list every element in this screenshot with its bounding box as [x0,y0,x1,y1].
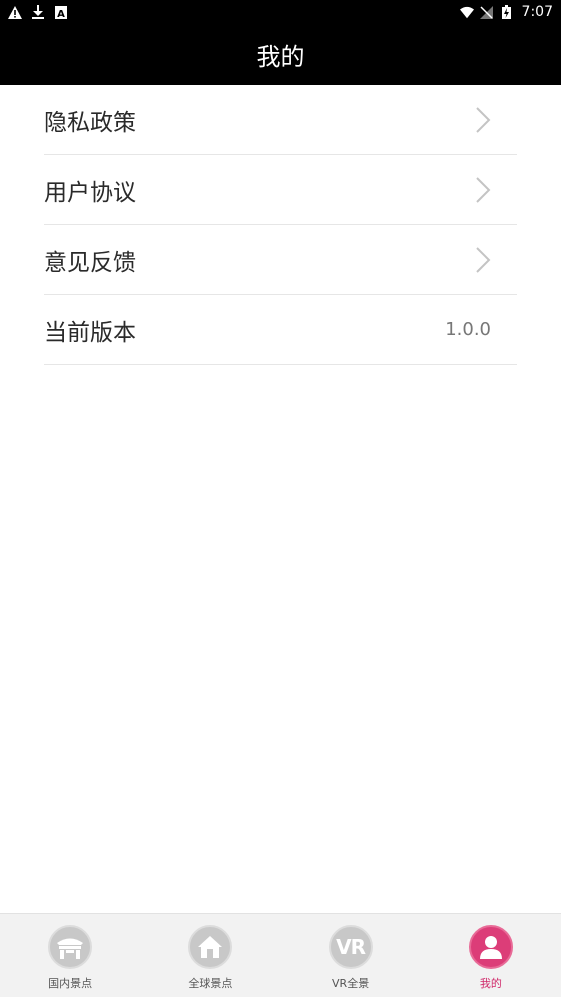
title-bar: 我的 [0,24,561,85]
status-right: 7:07 [459,4,553,20]
tab-label: 我的 [479,977,502,990]
tab-domestic-attractions[interactable]: 国内景点 [0,914,140,997]
wifi-icon [459,5,474,19]
battery-charging-icon [500,5,514,19]
menu-item-label: 当前版本 [44,319,136,346]
svg-text:A: A [57,9,65,19]
vr-icon: VR [328,925,373,969]
menu-item-current-version: 当前版本 1.0.0 [44,295,517,365]
chevron-right-icon [476,106,491,133]
menu-item-user-agreement[interactable]: 用户协议 [44,155,517,225]
menu-item-right [475,176,517,204]
menu-item-right [475,106,517,134]
menu-item-right: 1.0.0 [445,319,517,340]
tab-label: 国内景点 [48,977,93,990]
menu-item-right [475,246,517,274]
status-left: A [8,5,68,19]
chevron-right-icon [476,246,491,273]
house-icon [188,925,233,969]
no-signal-icon [480,5,494,19]
page-title: 我的 [256,43,305,71]
tab-label: 全球景点 [188,977,233,990]
user-icon [468,925,513,969]
tab-vr-panorama[interactable]: VR VR全景 [281,914,421,997]
status-time: 7:07 [521,4,553,20]
menu-item-privacy-policy[interactable]: 隐私政策 [44,85,517,155]
menu-item-label: 用户协议 [44,179,136,206]
menu-item-feedback[interactable]: 意见反馈 [44,225,517,295]
tab-mine[interactable]: 我的 [421,914,561,997]
status-bar: A 7:07 [0,0,561,24]
menu-item-label: 意见反馈 [44,249,136,276]
version-value: 1.0.0 [445,319,491,340]
menu-item-label: 隐私政策 [44,109,136,136]
tab-global-attractions[interactable]: 全球景点 [140,914,280,997]
bottom-tab-bar: 国内景点 全球景点 VR VR全景 我的 [0,913,561,997]
temple-icon [48,925,93,969]
download-icon [31,5,45,19]
a-icon: A [54,5,68,19]
screen: A 7:07 我的 隐私政策 用户协议 意见反馈 当前版本 1.0.0 国内景点… [0,0,561,997]
chevron-right-icon [476,176,491,203]
tab-label: VR全景 [332,977,370,990]
settings-menu: 隐私政策 用户协议 意见反馈 当前版本 1.0.0 [44,85,517,365]
warning-icon [8,5,22,19]
